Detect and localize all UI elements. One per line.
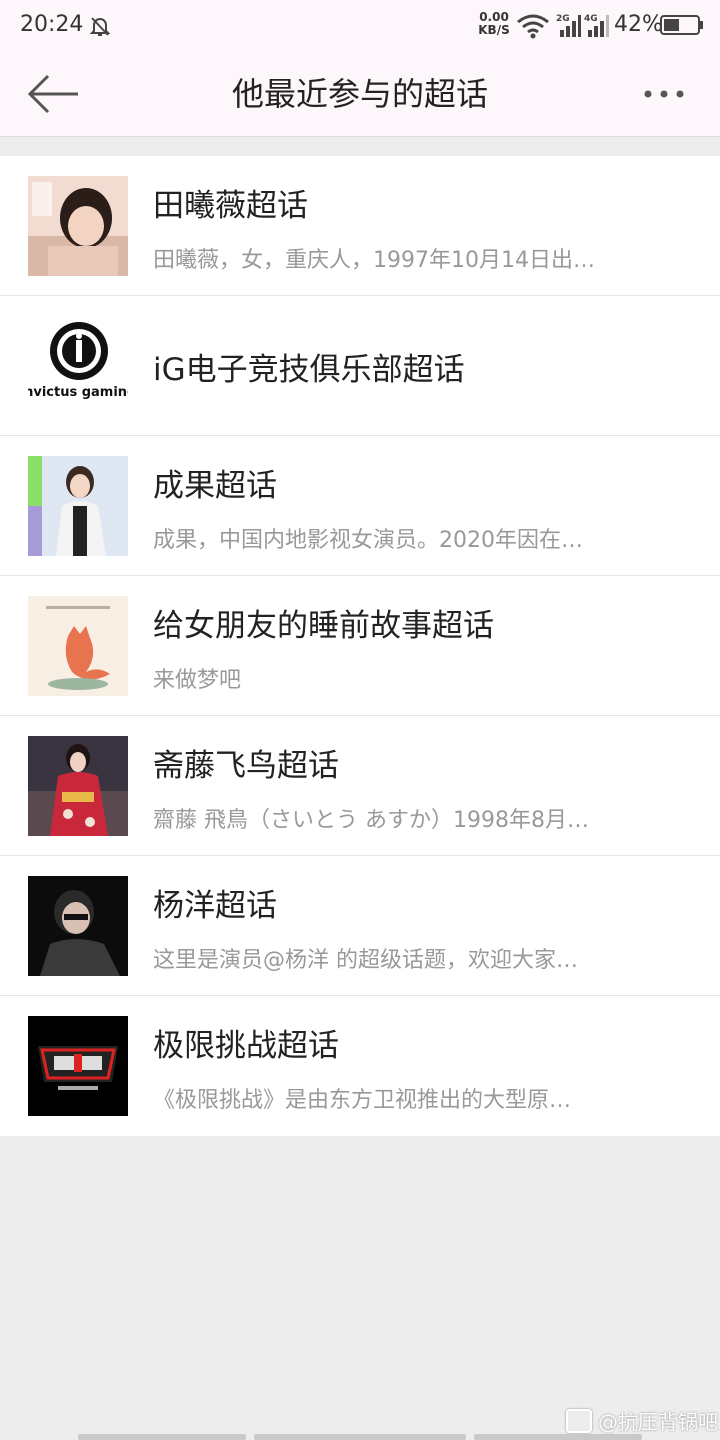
topic-thumbnail <box>28 876 128 976</box>
kimono-photo-icon <box>28 736 128 836</box>
invictus-gaming-logo-icon: invictus gaming <box>28 316 128 416</box>
battery-icon <box>660 15 703 35</box>
logo-wordmark: invictus gaming <box>28 385 128 400</box>
topic-title: 给女朋友的睡前故事超话 <box>153 608 494 644</box>
topic-title: 极限挑战超话 <box>153 1028 339 1064</box>
topic-thumbnail <box>28 596 128 696</box>
status-bar: 20:24 0.00 KB/S 2G 4G 42% <box>0 0 720 52</box>
status-time: 20:24 <box>20 12 84 37</box>
supertopic-list: 田曦薇超话 田曦薇，女，重庆人，1997年10月14日出… invictus g… <box>0 156 720 1136</box>
list-item[interactable]: 斋藤飞鸟超话 齋藤 飛鳥（さいとう あすか）1998年8月… <box>0 716 720 856</box>
watermark-text: @抗压背锅吧 <box>598 1410 718 1434</box>
network-speed-unit: KB/S <box>478 23 510 37</box>
topic-title: 斋藤飞鸟超话 <box>153 748 339 784</box>
svg-text:2G: 2G <box>556 14 570 24</box>
topic-description: 成果，中国内地影视女演员。2020年因在… <box>153 528 583 553</box>
list-item[interactable]: 杨洋超话 这里是演员@杨洋 的超级话题，欢迎大家… <box>0 856 720 996</box>
nav-gesture-bar[interactable] <box>78 1434 246 1440</box>
topic-description: 齋藤 飛鳥（さいとう あすか）1998年8月… <box>153 808 589 833</box>
topic-title: 成果超话 <box>153 468 277 504</box>
weibo-logo-icon <box>566 1408 592 1433</box>
topic-thumbnail: invictus gaming <box>28 316 128 416</box>
portrait-photo-icon <box>28 176 128 276</box>
network-speed: 0.00 KB/S <box>476 11 512 37</box>
topic-title: 杨洋超话 <box>153 888 277 924</box>
show-logo-icon <box>28 1016 128 1116</box>
list-item[interactable]: invictus gaming iG电子竞技俱乐部超话 <box>0 296 720 436</box>
more-options-icon[interactable] <box>634 74 694 114</box>
topic-title: iG电子竞技俱乐部超话 <box>153 352 465 388</box>
list-item[interactable]: 极限挑战超话 《极限挑战》是由东方卫视推出的大型原… <box>0 996 720 1136</box>
nav-gesture-bar[interactable] <box>254 1434 466 1440</box>
signal-4g-icon: 4G <box>584 14 609 37</box>
fox-illustration-icon <box>28 596 128 696</box>
topic-description: 来做梦吧 <box>153 668 242 693</box>
watermark: @抗压背锅吧 <box>566 1406 718 1435</box>
signal-2g-icon: 2G <box>556 14 581 37</box>
svg-text:4G: 4G <box>584 14 598 24</box>
topic-thumbnail <box>28 456 128 556</box>
list-item[interactable]: 成果超话 成果，中国内地影视女演员。2020年因在… <box>0 436 720 576</box>
nav-gesture-bar[interactable] <box>474 1434 642 1440</box>
battery-percent: 42% <box>614 12 663 37</box>
topic-thumbnail <box>28 176 128 276</box>
topic-description: 田曦薇，女，重庆人，1997年10月14日出… <box>153 248 595 273</box>
topic-description: 《极限挑战》是由东方卫视推出的大型原… <box>153 1088 572 1113</box>
bell-muted-icon <box>89 17 111 36</box>
list-item[interactable]: 给女朋友的睡前故事超话 来做梦吧 <box>0 576 720 716</box>
topic-thumbnail <box>28 736 128 836</box>
portrait-photo-icon <box>28 456 128 556</box>
page-title: 他最近参与的超话 <box>231 75 488 113</box>
app-header: 他最近参与的超话 <box>0 52 720 137</box>
topic-thumbnail <box>28 1016 128 1116</box>
wifi-icon <box>517 14 549 39</box>
portrait-photo-icon <box>28 876 128 976</box>
list-item[interactable]: 田曦薇超话 田曦薇，女，重庆人，1997年10月14日出… <box>0 156 720 296</box>
topic-description: 这里是演员@杨洋 的超级话题，欢迎大家… <box>153 948 578 973</box>
topic-title: 田曦薇超话 <box>153 188 308 224</box>
